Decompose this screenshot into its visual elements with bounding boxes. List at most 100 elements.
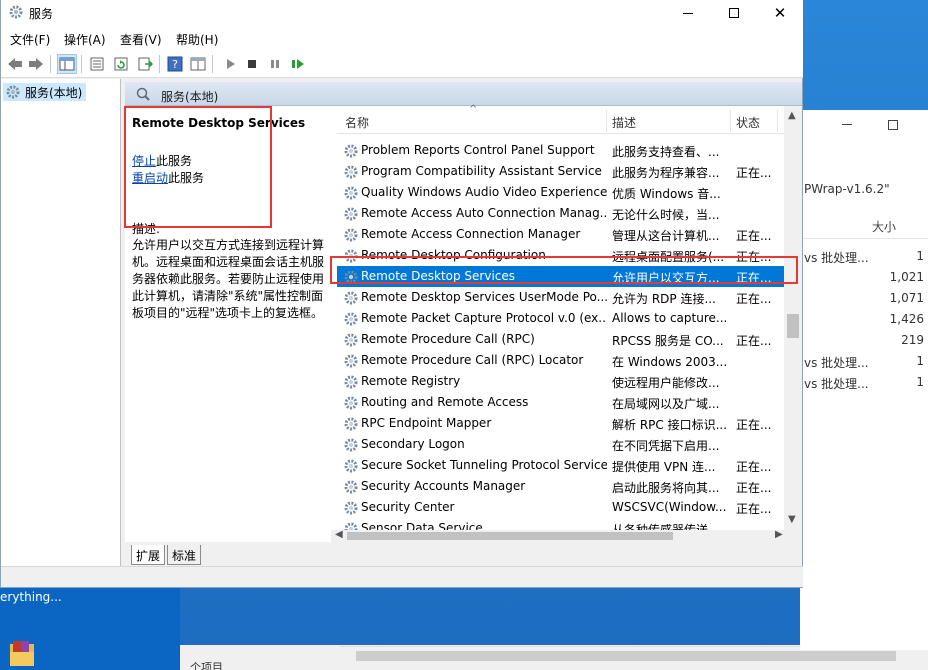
service-status-cell: 正在... xyxy=(736,334,772,348)
service-description-cell: 在不同凭据下启用... xyxy=(612,439,720,453)
scroll-up-icon[interactable]: ▲ xyxy=(788,110,796,121)
table-row[interactable]: Security Center WSCSVC(Window... 正在... xyxy=(337,497,784,518)
tab-extended[interactable]: 扩展 xyxy=(131,545,166,565)
table-row[interactable]: Routing and Remote Access 在局域网以及广域... xyxy=(337,392,784,413)
scrollbar-thumb[interactable] xyxy=(356,651,896,661)
scroll-left-icon[interactable]: ◀ xyxy=(335,529,343,540)
service-description-cell: 在 Windows 2003... xyxy=(612,355,728,369)
file-row[interactable]: vs 批处理... 1 xyxy=(800,351,928,372)
menu-help[interactable]: 帮助(H) xyxy=(176,31,218,48)
services-window[interactable]: 服务 ✕ 文件(F) 操作(A) 查看(V) 帮助(H) ? 服务(本地) 服务… xyxy=(0,0,803,588)
file-row[interactable]: 1,426 xyxy=(800,309,928,330)
services-rows: Problem Reports Control Panel Support 此服务… xyxy=(337,140,784,530)
refresh-button[interactable] xyxy=(111,54,131,74)
table-row[interactable]: Secure Socket Tunneling Protocol Service… xyxy=(337,455,784,476)
column-divider[interactable] xyxy=(606,110,607,132)
file-row[interactable]: vs 批处理... 1 xyxy=(800,246,928,267)
show-hide-console-tree-button[interactable] xyxy=(57,54,77,74)
table-row[interactable]: RPC Endpoint Mapper 解析 RPC 接口标识... 正在... xyxy=(337,413,784,434)
desktop-everything-label[interactable]: erything... xyxy=(0,590,62,604)
table-row[interactable]: Remote Procedure Call (RPC) Locator 在 Win… xyxy=(337,350,784,371)
folder-icon[interactable] xyxy=(8,638,36,668)
table-row[interactable]: Security Accounts Manager 启动此服务将向其... 正在..… xyxy=(337,476,784,497)
scrollbar-thumb[interactable] xyxy=(347,532,673,540)
menu-file[interactable]: 文件(F) xyxy=(10,31,50,48)
file-size: 1,071 xyxy=(889,291,924,305)
status-bar xyxy=(1,566,803,587)
window-title: 服务 xyxy=(29,7,54,21)
file-type: vs 批处理... xyxy=(804,377,869,391)
toolbar-separator xyxy=(50,55,51,73)
services-gear-icon xyxy=(6,85,20,99)
service-name-cell: Secure Socket Tunneling Protocol Service xyxy=(361,458,607,472)
table-row[interactable]: Remote Access Auto Connection Manag... 无论… xyxy=(337,203,784,224)
stop-service-button[interactable] xyxy=(242,54,262,74)
column-header-size[interactable]: 大小 xyxy=(872,218,896,235)
file-size: 1,021 xyxy=(889,270,924,284)
start-service-button[interactable] xyxy=(220,54,240,74)
maximize-icon[interactable] xyxy=(888,120,898,130)
vertical-scrollbar[interactable]: ▲ ▼ xyxy=(784,106,802,530)
table-row[interactable]: Secondary Logon 在不同凭据下启用... xyxy=(337,434,784,455)
service-gear-icon xyxy=(343,206,359,222)
table-row[interactable]: Problem Reports Control Panel Support 此服务… xyxy=(337,140,784,161)
table-row[interactable]: Program Compatibility Assistant Service 此… xyxy=(337,161,784,182)
forward-button[interactable] xyxy=(26,54,46,74)
service-description-cell: 启动此服务将向其... xyxy=(612,481,720,495)
pane-header-title: 服务(本地) xyxy=(161,90,219,104)
back-button[interactable] xyxy=(5,54,25,74)
scroll-down-icon[interactable]: ▼ xyxy=(788,514,796,525)
tree-item-services-local[interactable]: 服务(本地) xyxy=(3,83,87,101)
file-row[interactable]: 219 xyxy=(800,330,928,351)
scrollbar-thumb[interactable] xyxy=(787,314,799,338)
minimize-icon xyxy=(683,12,693,14)
minimize-button[interactable] xyxy=(665,0,711,26)
refresh-icon xyxy=(114,57,128,71)
table-row[interactable]: Quality Windows Audio Video Experience 优质… xyxy=(337,182,784,203)
file-row[interactable]: vs 批处理... 1 xyxy=(800,372,928,393)
service-status-cell: 正在... xyxy=(736,418,772,432)
service-name-cell: Remote Packet Capture Protocol v.0 (ex..… xyxy=(361,311,607,325)
close-button[interactable]: ✕ xyxy=(757,0,803,26)
horizontal-scrollbar[interactable]: ◀ ▶ xyxy=(331,529,802,542)
table-row[interactable]: Sensor Data Service 从各种传感器传送... xyxy=(337,518,784,530)
table-row[interactable]: Remote Procedure Call (RPC) RPCSS 服务是 CO.… xyxy=(337,329,784,350)
help-button[interactable]: ? xyxy=(165,54,185,74)
forward-arrow-icon xyxy=(29,58,43,70)
minimize-icon[interactable] xyxy=(842,124,852,125)
column-divider[interactable] xyxy=(777,110,778,132)
background-explorer-window[interactable]: PWrap-v1.6.2" 大小 vs 批处理... 1 1,021 1,071 … xyxy=(800,110,928,650)
file-size: 219 xyxy=(901,333,924,347)
view-button[interactable] xyxy=(188,54,208,74)
list-header: ^ 名称 描述 状态 xyxy=(337,104,784,134)
menu-action[interactable]: 操作(A) xyxy=(64,31,106,48)
tab-standard[interactable]: 标准 xyxy=(167,545,202,565)
pause-icon xyxy=(271,60,279,68)
table-row[interactable]: Remote Desktop Services UserMode Po... 允许… xyxy=(337,287,784,308)
file-size: 1 xyxy=(916,354,924,368)
svg-text:?: ? xyxy=(172,58,178,71)
services-gear-icon xyxy=(8,4,24,20)
table-row[interactable]: Remote Registry 使远程用户能修改... xyxy=(337,371,784,392)
maximize-button[interactable] xyxy=(711,0,757,26)
title-bar[interactable]: 服务 ✕ xyxy=(1,0,803,26)
restart-service-button[interactable] xyxy=(288,54,308,74)
table-row[interactable]: Remote Access Connection Manager 管理从这台计算机… xyxy=(337,224,784,245)
service-gear-icon xyxy=(343,311,359,327)
column-header-description[interactable]: 描述 xyxy=(612,114,636,131)
service-description-cell: 使远程用户能修改... xyxy=(612,376,720,390)
properties-button[interactable] xyxy=(87,54,107,74)
scroll-right-icon[interactable]: ▶ xyxy=(775,529,783,540)
column-divider[interactable] xyxy=(730,110,731,132)
column-header-name[interactable]: 名称 xyxy=(345,114,369,131)
services-list[interactable]: ^ 名称 描述 状态 Problem Reports Control Panel… xyxy=(331,104,802,542)
pause-service-button[interactable] xyxy=(265,54,285,74)
service-gear-icon xyxy=(343,353,359,369)
file-row[interactable]: 1,021 xyxy=(800,267,928,288)
export-list-button[interactable] xyxy=(135,54,155,74)
menu-view[interactable]: 查看(V) xyxy=(120,31,162,48)
table-row[interactable]: Remote Packet Capture Protocol v.0 (ex..… xyxy=(337,308,784,329)
file-row[interactable]: 1,071 xyxy=(800,288,928,309)
column-header-status[interactable]: 状态 xyxy=(736,114,760,131)
console-tree[interactable]: 服务(本地) xyxy=(1,79,121,587)
